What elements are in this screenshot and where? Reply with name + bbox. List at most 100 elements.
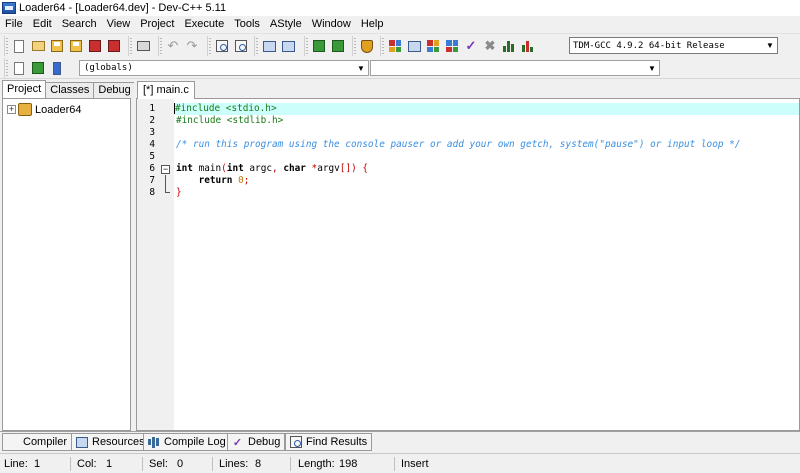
chevron-down-icon[interactable]: ▼	[763, 38, 777, 53]
window-icon	[262, 40, 276, 52]
menu-project[interactable]: Project	[135, 16, 179, 33]
save-all-button[interactable]	[68, 38, 84, 54]
menu-tools[interactable]: Tools	[229, 16, 265, 33]
tab-find-results[interactable]: Find Results	[285, 433, 373, 451]
tab-resources[interactable]: Resources	[71, 433, 150, 451]
menu-help[interactable]: Help	[356, 16, 389, 33]
project-tree: + Loader64	[2, 98, 131, 431]
code-text: #include <stdio.h>	[175, 103, 277, 114]
chevron-down-icon[interactable]: ▼	[354, 61, 368, 75]
tab-main-c[interactable]: [*] main.c	[137, 81, 195, 99]
toggle-window-button[interactable]	[261, 38, 277, 54]
code-line-5[interactable]	[174, 151, 799, 163]
menu-bar: File Edit Search View Project Execute To…	[0, 16, 800, 33]
tree-item-loader64[interactable]: + Loader64	[7, 103, 82, 116]
tab-label: Debug	[248, 436, 281, 448]
goto-line-icon	[281, 40, 295, 52]
close-all-button[interactable]	[106, 38, 122, 54]
compile-run-icon	[427, 40, 439, 52]
status-separator	[290, 457, 291, 471]
find-icon	[216, 40, 228, 52]
code-line-4[interactable]: /* run this program using the console pa…	[174, 139, 799, 151]
left-panel-tabs: Project Classes Debug	[2, 80, 136, 98]
tab-debug[interactable]: Debug	[93, 82, 136, 98]
menu-edit[interactable]: Edit	[28, 16, 57, 33]
undo-button[interactable]: ↶	[165, 38, 181, 54]
code-text: /* run this program using the console pa…	[176, 139, 741, 150]
status-col-label: Col:	[77, 458, 97, 470]
menu-window[interactable]: Window	[307, 16, 356, 33]
main-toolbar: ↶ ↷ ✓ ✖ TDM-GCC 4.9.2 64-bit Release ▼	[0, 33, 800, 57]
status-separator	[212, 457, 213, 471]
fold-line	[165, 175, 166, 192]
tab-label: Resources	[92, 436, 145, 448]
project-options-icon	[361, 39, 373, 53]
printer-icon	[136, 41, 150, 51]
open-project-button[interactable]	[30, 38, 46, 54]
compile-button[interactable]	[387, 38, 403, 54]
new-file-button[interactable]	[11, 38, 27, 54]
save-all-icon	[70, 40, 82, 52]
chevron-down-icon[interactable]: ▼	[645, 61, 659, 75]
find-results-icon	[289, 436, 302, 449]
toggle-bookmark-button[interactable]	[49, 60, 65, 76]
new-file-icon	[14, 39, 24, 53]
redo-button[interactable]: ↷	[184, 38, 200, 54]
view-toolbar-group	[254, 36, 299, 56]
goto-bookmark-button[interactable]	[30, 60, 46, 76]
compile-toolbar-group: ✓ ✖	[380, 36, 539, 56]
add-to-project-button[interactable]	[311, 38, 327, 54]
insert-button[interactable]	[11, 60, 27, 76]
compiler-grid-icon	[6, 436, 19, 449]
menu-execute[interactable]: Execute	[179, 16, 229, 33]
delete-profile-icon	[521, 40, 535, 52]
stop-execution-button[interactable]: ✖	[482, 38, 498, 54]
rebuild-all-button[interactable]	[444, 38, 460, 54]
insert-icon	[14, 61, 24, 75]
fold-collapse-icon[interactable]: −	[161, 165, 170, 174]
code-line-6[interactable]: int main(int argc, char *argv[]) {	[174, 163, 799, 175]
tab-debug-output[interactable]: ✓ Debug	[227, 433, 286, 451]
compile-run-button[interactable]	[425, 38, 441, 54]
status-lines-label: Lines:	[219, 458, 249, 470]
scope-select[interactable]: (globals) ▼	[79, 60, 369, 76]
close-button[interactable]	[87, 38, 103, 54]
expand-icon[interactable]: +	[7, 105, 16, 114]
print-toolbar-group	[128, 36, 154, 56]
tab-compiler[interactable]: Compiler	[2, 433, 73, 451]
tab-classes[interactable]: Classes	[45, 82, 95, 98]
code-line-1[interactable]: #include <stdio.h>	[174, 103, 799, 115]
code-editor[interactable]: 1 2 3 4 5 6 7 8 − #include <stdio.h> #in…	[136, 98, 800, 431]
code-line-8[interactable]: }	[174, 187, 799, 199]
menu-view[interactable]: View	[102, 16, 136, 33]
replace-button[interactable]	[233, 38, 249, 54]
code-line-7[interactable]: return 0;	[174, 175, 799, 187]
project-toolbar-group	[304, 36, 349, 56]
profile-button[interactable]	[501, 38, 517, 54]
code-line-3[interactable]	[174, 127, 799, 139]
goto-line-button[interactable]	[280, 38, 296, 54]
search-toolbar-group	[207, 36, 252, 56]
member-select[interactable]: ▼	[370, 60, 660, 76]
menu-search[interactable]: Search	[57, 16, 102, 33]
run-button[interactable]	[406, 38, 422, 54]
tab-compile-log[interactable]: Compile Log	[143, 433, 231, 451]
options-toolbar-group	[352, 36, 378, 56]
menu-astyle[interactable]: AStyle	[265, 16, 307, 33]
tab-project[interactable]: Project	[2, 80, 47, 98]
code-text: }	[176, 187, 182, 198]
code-line-2[interactable]: #include <stdlib.h>	[174, 115, 799, 127]
compiler-select[interactable]: TDM-GCC 4.9.2 64-bit Release ▼	[569, 37, 778, 54]
menu-file[interactable]: File	[0, 16, 28, 33]
print-button[interactable]	[135, 38, 151, 54]
project-options-button[interactable]	[359, 38, 375, 54]
delete-profile-button[interactable]	[520, 38, 536, 54]
save-button[interactable]	[49, 38, 65, 54]
run-icon	[407, 40, 421, 52]
syntax-check-button[interactable]: ✓	[463, 38, 479, 54]
remove-from-project-button[interactable]	[330, 38, 346, 54]
code-text-area[interactable]: #include <stdio.h> #include <stdlib.h> /…	[174, 99, 799, 430]
tab-label: Compiler	[23, 436, 68, 448]
find-button[interactable]	[214, 38, 230, 54]
file-toolbar-group	[4, 36, 125, 56]
